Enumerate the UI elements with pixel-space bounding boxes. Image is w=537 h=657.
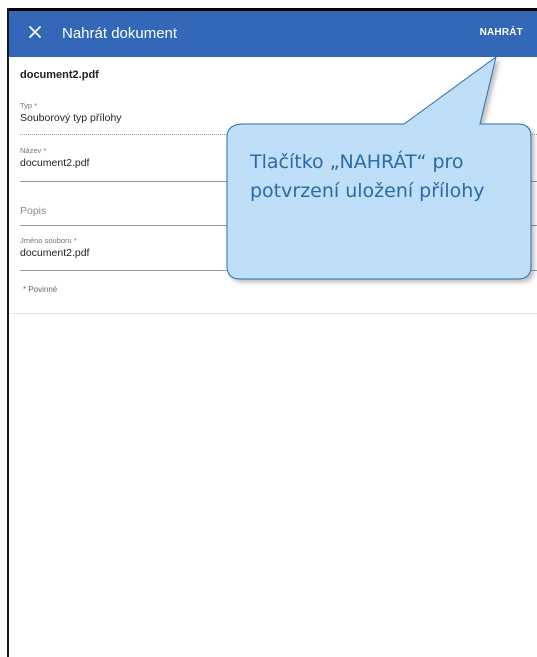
description-placeholder: Popis — [20, 205, 47, 217]
close-icon — [28, 25, 42, 44]
type-label: Typ * — [20, 101, 38, 110]
callout-text: Tlačítko „NAHRÁT“ pro potvrzení uložení … — [250, 151, 485, 202]
type-field[interactable]: Typ * Souborový typ přílohy — [20, 101, 537, 135]
type-value: Souborový typ přílohy — [20, 112, 122, 124]
filename-underline — [20, 270, 537, 271]
form-content: document2.pdf Typ * Souborový typ příloh… — [9, 57, 537, 657]
description-field[interactable]: Popis — [20, 205, 537, 226]
document-heading: document2.pdf — [20, 69, 99, 81]
section-divider — [9, 313, 537, 314]
upload-button[interactable]: NAHRÁT — [480, 27, 523, 38]
dialog-screen: Nahrát dokument NAHRÁT document2.pdf Typ… — [0, 0, 537, 657]
app-bar: Nahrát dokument NAHRÁT — [9, 11, 537, 57]
required-note: * Povinné — [23, 285, 58, 294]
description-underline — [20, 225, 537, 226]
close-button[interactable] — [23, 22, 47, 46]
filename-field[interactable]: Jméno souboru * document2.pdf — [20, 236, 537, 271]
dialog-title: Nahrát dokument — [62, 25, 178, 42]
filename-label: Jméno souboru * — [20, 236, 77, 245]
filename-value: document2.pdf — [20, 247, 90, 259]
type-underline — [20, 134, 537, 135]
